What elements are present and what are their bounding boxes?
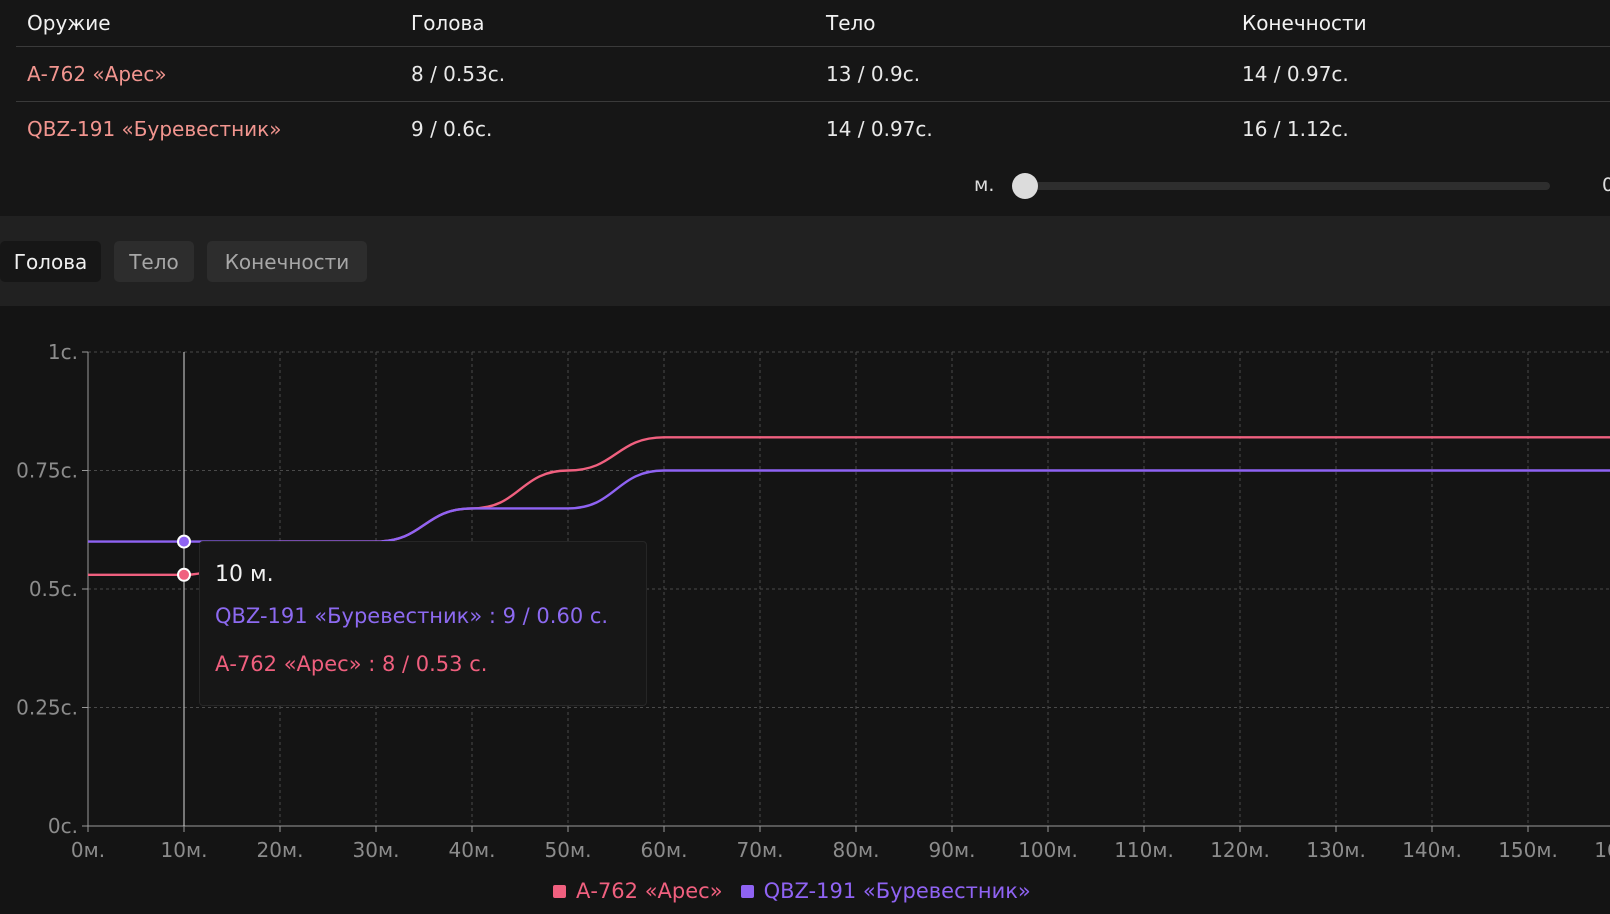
x-tick-label: 40м. [449,838,496,862]
legend-swatch [740,884,754,898]
tooltip-line-ares: А-762 «Арес» : 8 / 0.53 с. [215,652,488,676]
x-tick-label: 110м. [1114,838,1174,862]
x-tick-label: 0м. [71,838,105,862]
legend-item-ares[interactable]: А-762 «Арес» [553,879,723,903]
x-tick-label: 20м. [257,838,304,862]
y-tick-label: 1с. [48,340,78,364]
x-tick-label: 70м. [737,838,784,862]
tooltip-line-qbz: QBZ-191 «Буревестник» : 9 / 0.60 с. [215,604,609,628]
hover-point [177,567,191,582]
x-tick-label: 30м. [353,838,400,862]
x-tick-label: 130м. [1306,838,1366,862]
y-tick-label: 0.5с. [29,577,78,601]
x-tick-label: 50м. [545,838,592,862]
chart-tooltip: 10 м. QBZ-191 «Буревестник» : 9 / 0.60 с… [199,541,647,706]
x-tick-label: 10м. [161,838,208,862]
tooltip-title: 10 м. [215,562,274,587]
y-tick-label: 0.25с. [16,696,78,720]
hover-point [177,534,191,549]
x-tick-label: 80м. [833,838,880,862]
legend-label: QBZ-191 «Буревестник» [763,879,1031,903]
chart-legend: А-762 «Арес» QBZ-191 «Буревестник» [553,876,1049,906]
x-tick-label: 160м. [1594,838,1610,862]
ttk-line-chart: 0м. 10м. 20м. 30м. 40м. 50м. 60м. 70м. 80м. 90м. 1… [16,340,1610,862]
legend-item-qbz[interactable]: QBZ-191 «Буревестник» [740,879,1031,903]
legend-swatch [553,884,566,898]
y-tick-label: 0.75с. [16,459,78,483]
x-tick-label: 60м. [641,838,688,862]
x-tick-label: 150м. [1498,838,1558,862]
x-tick-label: 90м. [929,838,976,862]
x-tick-label: 100м. [1018,838,1078,862]
y-tick-label: 0с. [48,814,78,838]
x-tick-label: 140м. [1402,838,1462,862]
legend-label: А-762 «Арес» [576,879,723,903]
series-line [87,469,1610,543]
x-tick-label: 120м. [1210,838,1270,862]
